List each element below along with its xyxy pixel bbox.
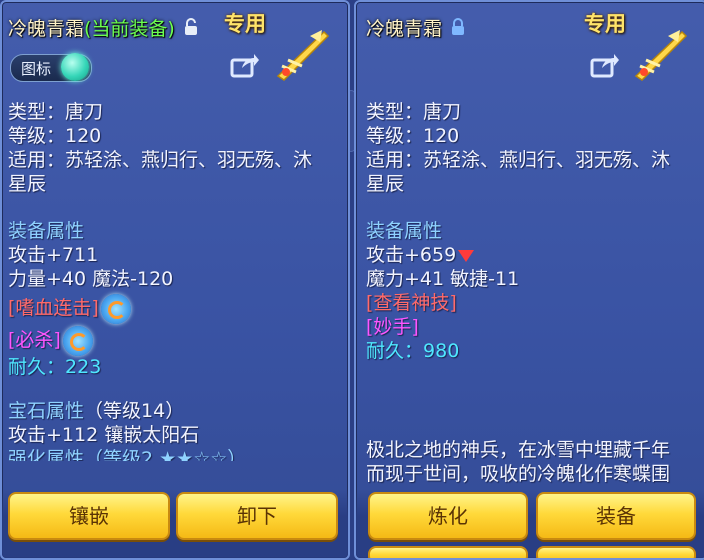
more-button-partial[interactable] xyxy=(368,546,528,558)
durability-label: 耐久： xyxy=(366,340,424,362)
item-level: 等级：120 xyxy=(366,125,460,147)
share-icon[interactable] xyxy=(230,52,260,82)
equip-attr-header: 装备属性 xyxy=(8,220,85,242)
lock-closed-icon[interactable] xyxy=(451,18,465,41)
item-level: 等级：120 xyxy=(8,125,102,147)
item-info: 类型：唐刀 等级：120 适用：苏轻涂、燕归行、羽无殇、沐 星辰 装备属性 攻击… xyxy=(366,100,670,486)
item-info: 类型：唐刀 等级：120 适用：苏轻涂、燕归行、羽无殇、沐 星辰 装备属性 攻击… xyxy=(8,100,312,461)
view-divine-skill[interactable]: [查看神技] xyxy=(366,291,670,315)
compare-equipment-panel: 冷魄青霜 专用 类型：唐刀 等级：120 适用：苏轻涂、燕归行、羽无殇、沐 星辰… xyxy=(354,0,704,560)
enhance-attr-partial: 强化属性（等级2 ★★☆☆） xyxy=(8,448,247,461)
gem-level: （等级14） xyxy=(84,400,185,422)
icon-toggle[interactable]: 图标 xyxy=(10,53,92,82)
skill-deft-hand[interactable]: [妙手] xyxy=(366,315,670,339)
usable-by-cont: 星辰 xyxy=(8,173,47,195)
gem-bonus: 攻击+112 镶嵌太阳石 xyxy=(8,424,200,446)
down-arrow-icon xyxy=(458,249,475,262)
skill-swirl-icon[interactable] xyxy=(62,325,93,356)
toggle-knob xyxy=(61,53,89,81)
inlay-button[interactable]: 镶嵌 xyxy=(8,492,170,540)
unequip-button[interactable]: 卸下 xyxy=(176,492,338,540)
item-name: 冷魄青霜 xyxy=(366,18,443,40)
exclusive-label: 专用 xyxy=(584,12,626,36)
refine-button[interactable]: 炼化 xyxy=(368,492,528,540)
share-icon[interactable] xyxy=(590,52,620,82)
durability-value: 980 xyxy=(423,340,460,362)
item-type: 类型：唐刀 xyxy=(366,101,462,123)
equip-button[interactable]: 装备 xyxy=(536,492,696,540)
lock-open-icon[interactable] xyxy=(184,18,198,41)
durability-label: 耐久： xyxy=(8,356,66,378)
more-button-partial[interactable] xyxy=(536,546,696,558)
skill-bloodlust-combo[interactable]: [嗜血连击] xyxy=(8,297,99,319)
sword-icon xyxy=(630,26,692,86)
item-description-line: 而现于世间，吸收的冷魄化作寒蝶围 xyxy=(366,463,671,485)
usable-by: 适用：苏轻涂、燕归行、羽无殇、沐 xyxy=(366,149,671,171)
usable-by-cont: 星辰 xyxy=(366,173,405,195)
gem-attr-header: 宝石属性 xyxy=(8,400,85,422)
icon-toggle-label: 图标 xyxy=(21,60,52,78)
skill-swirl-icon[interactable] xyxy=(100,293,131,324)
skill-critical[interactable]: [必杀] xyxy=(8,329,61,351)
durability-value: 223 xyxy=(65,356,102,378)
item-title: 冷魄青霜(当前装备) xyxy=(8,14,198,41)
exclusive-label: 专用 xyxy=(224,12,266,36)
item-title: 冷魄青霜 xyxy=(366,14,465,41)
current-equipment-panel: 冷魄青霜(当前装备) 专用 图标 类型：唐刀 等级：120 适用：苏轻涂、燕归行… xyxy=(0,0,350,560)
item-type: 类型：唐刀 xyxy=(8,101,104,123)
secondary-stats: 力量+40 魔法-120 xyxy=(8,268,174,290)
equip-attr-header: 装备属性 xyxy=(366,220,443,242)
sword-icon xyxy=(272,26,334,86)
item-name: 冷魄青霜 xyxy=(8,18,85,40)
usable-by: 适用：苏轻涂、燕归行、羽无殇、沐 xyxy=(8,149,313,171)
equipped-tag: (当前装备) xyxy=(84,18,175,40)
attack-stat: 攻击+711 xyxy=(8,244,99,266)
secondary-stats: 魔力+41 敏捷-11 xyxy=(366,268,520,290)
item-description-line: 极北之地的神兵，在冰雪中埋藏千年 xyxy=(366,439,671,461)
attack-stat: 攻击+659 xyxy=(366,244,457,266)
